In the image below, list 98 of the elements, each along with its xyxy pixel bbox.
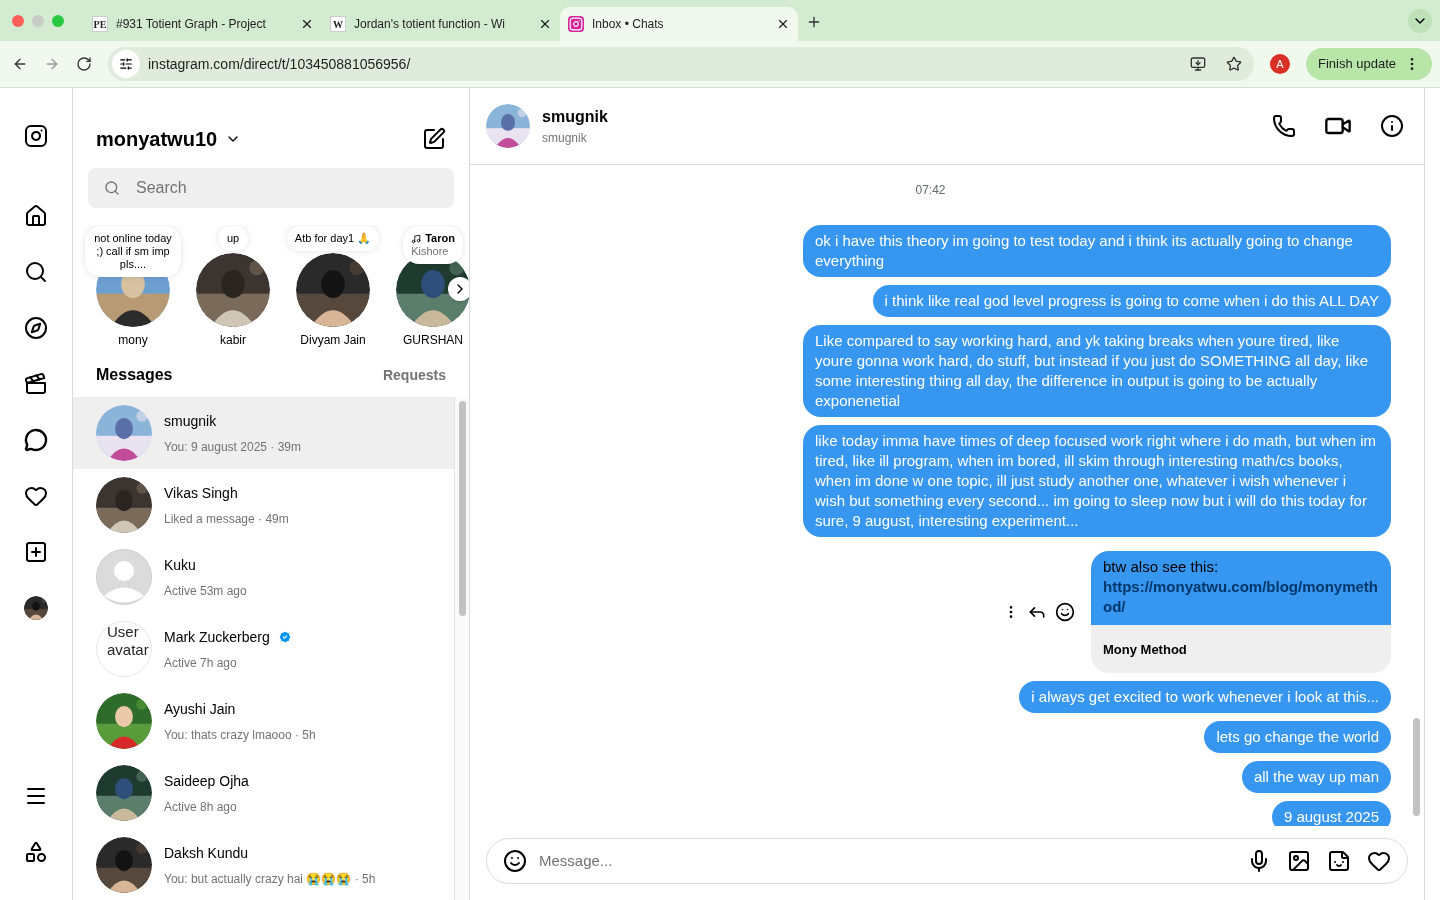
message-preview: Active 53m ago <box>164 582 247 600</box>
back-icon[interactable] <box>12 56 28 72</box>
react-icon[interactable] <box>1055 602 1075 622</box>
like-icon[interactable] <box>1367 849 1391 873</box>
story-name: mony <box>118 332 148 349</box>
new-message-icon[interactable] <box>422 127 446 151</box>
story-name: Divyam Jain <box>300 332 366 349</box>
phone-icon[interactable] <box>1272 114 1296 138</box>
bookmark-star-icon[interactable] <box>1225 56 1242 72</box>
message-bubble: Like compared to say working hard, and yk taking breaks when youre tired, like youre gonna work hard, do stuff, but instead if you just do SOMETHING all day, like some interesting thing all day, the difference in output is going to be actually exponenetial <box>803 325 1391 417</box>
compass-icon[interactable] <box>24 316 48 340</box>
message-bubble: all the way up man <box>1241 761 1391 793</box>
contact-name: Kuku <box>164 555 196 575</box>
note-bubble[interactable]: Taron Kishore <box>403 226 463 264</box>
note-text: Atb for day1 🙏 <box>294 232 372 244</box>
conversation-item[interactable]: User avatar Mark Zuckerberg Active 7h ago <box>73 613 454 685</box>
requests-link[interactable]: Requests <box>382 364 446 386</box>
message-bubble: i think like real god level progress is going to come when i do this ALL DAY <box>872 285 1391 317</box>
song-artist: Kishore <box>411 245 449 257</box>
contact-name: Mark Zuckerberg <box>164 627 270 647</box>
chat-bubble-icon[interactable] <box>24 428 48 452</box>
song-title: Taron <box>425 232 455 245</box>
close-icon[interactable] <box>300 17 314 31</box>
close-icon[interactable] <box>538 17 552 31</box>
message-bubble: 9 august 2025 <box>1271 801 1391 826</box>
message-preview: Active 7h ago <box>164 654 238 672</box>
conversation-item[interactable]: Daksh Kundu You: but actually crazy hai 😭😭😭 · 5h <box>73 829 454 900</box>
default-avatar-icon <box>96 549 152 605</box>
message-link[interactable]: https://monyatwu.com/blog/monymethod/ <box>1103 577 1379 617</box>
timestamp: 07:42 <box>915 182 946 199</box>
image-icon[interactable] <box>1287 849 1311 873</box>
clapperboard-icon[interactable] <box>24 372 48 396</box>
account-username[interactable]: monyatwu10 <box>96 124 218 154</box>
sticker-icon[interactable] <box>1327 849 1351 873</box>
chat-contact-username: smugnik <box>542 130 588 147</box>
search-field[interactable]: Search <box>88 168 454 208</box>
address-bar[interactable]: instagram.com/direct/t/103450881056956/ <box>108 47 1254 81</box>
message-bubble: i always get excited to work whenever i look at this... <box>1019 681 1391 713</box>
message-bubble: lets go change the world <box>1204 721 1391 753</box>
conversation-item[interactable]: Vikas Singh Liked a message · 49m <box>73 469 454 541</box>
note-bubble[interactable]: not online today ;) call if sm imp pls.... <box>85 226 181 277</box>
message-preview: You: 9 august 2025 · 39m <box>164 438 301 456</box>
info-icon[interactable] <box>1380 114 1404 138</box>
heart-icon[interactable] <box>24 484 48 508</box>
conversation-item[interactable]: smugnik You: 9 august 2025 · 39m <box>73 397 454 469</box>
search-icon <box>104 180 120 196</box>
instagram-logo-icon <box>568 16 584 32</box>
url-text: instagram.com/direct/t/103450881056956/ <box>148 54 412 74</box>
message-field[interactable]: Message... <box>539 849 1231 873</box>
home-icon[interactable] <box>24 204 48 228</box>
message-bubble: like today imma have times of deep focused work right where i do math, but when im tired, like ill program, when im bored, ill skim through interesting math/cs books, when im done w one topic, ill just study another one, whatever i wish whenever i wish but something every second... im going to sleep now but i will do this today for sure, 9 august, interesting experiment... <box>803 425 1391 537</box>
new-tab-icon[interactable] <box>806 14 822 30</box>
new-post-icon[interactable] <box>24 540 48 564</box>
conversation-item[interactable]: Kuku Active 53m ago <box>73 541 454 613</box>
contact-name: Saideep Ojha <box>164 771 249 791</box>
contact-name: Ayushi Jain <box>164 699 236 719</box>
emoji-icon[interactable] <box>503 849 527 873</box>
tab-title: Jordan's totient function - Wi <box>354 16 507 33</box>
tab-title: #931 Totient Graph - Project <box>116 16 267 33</box>
install-app-icon[interactable] <box>1189 56 1206 72</box>
link-preview-title: Mony Method <box>1103 642 1187 657</box>
instagram-logo-icon[interactable] <box>24 124 48 148</box>
more-icon[interactable] <box>24 840 48 864</box>
tab-title: Inbox • Chats <box>592 16 665 33</box>
site-logo-icon: PE <box>92 16 108 32</box>
note-bubble[interactable]: Atb for day1 🙏 <box>286 226 380 251</box>
site-logo-icon: W <box>330 16 346 32</box>
browser-tab[interactable]: W Jordan's totient function - Wi <box>322 7 560 41</box>
scrollbar[interactable] <box>454 397 469 900</box>
story-name: kabir <box>220 332 246 349</box>
message-preview: Liked a message · 49m <box>164 510 289 528</box>
browser-tab[interactable]: Inbox • Chats <box>560 7 798 41</box>
message-preview: You: thats crazy lmaooo · 5h <box>164 726 316 744</box>
note-text: up <box>226 232 240 244</box>
contact-name: Daksh Kundu <box>164 843 249 863</box>
finish-update-button[interactable]: Finish update <box>1305 48 1432 80</box>
note-text: not online today ;) call if sm imp pls.... <box>94 232 172 270</box>
reload-icon[interactable] <box>76 56 92 72</box>
tab-search-button[interactable] <box>1408 9 1432 33</box>
contact-name: Vikas Singh <box>164 483 238 503</box>
site-settings-icon[interactable] <box>112 50 140 78</box>
conversation-item[interactable]: Saideep Ojha Active 8h ago <box>73 757 454 829</box>
note-bubble[interactable]: up <box>218 226 248 251</box>
search-icon[interactable] <box>24 260 48 284</box>
browser-tab[interactable]: PE #931 Totient Graph - Project <box>84 7 322 41</box>
message-preview: Active 8h ago <box>164 798 238 816</box>
music-icon <box>411 233 422 244</box>
close-icon[interactable] <box>776 17 790 31</box>
message-preview: You: but actually crazy hai 😭😭😭 · 5h <box>164 870 376 888</box>
chat-contact-name[interactable]: smugnik <box>542 105 608 129</box>
message-bubble: ok i have this theory im going to test today and i think its actually going to change everything <box>803 225 1391 277</box>
conversation-item[interactable]: Ayushi Jain You: thats crazy lmaooo · 5h <box>73 685 454 757</box>
messages-heading: Messages <box>96 365 173 385</box>
message-text: btw also see this: <box>1103 557 1220 577</box>
story-name: GURSHAN <box>403 332 463 349</box>
contact-name: smugnik <box>164 411 217 431</box>
avatar-alt-text: User avatar <box>107 623 149 658</box>
profile-avatar[interactable]: A <box>1269 54 1290 74</box>
